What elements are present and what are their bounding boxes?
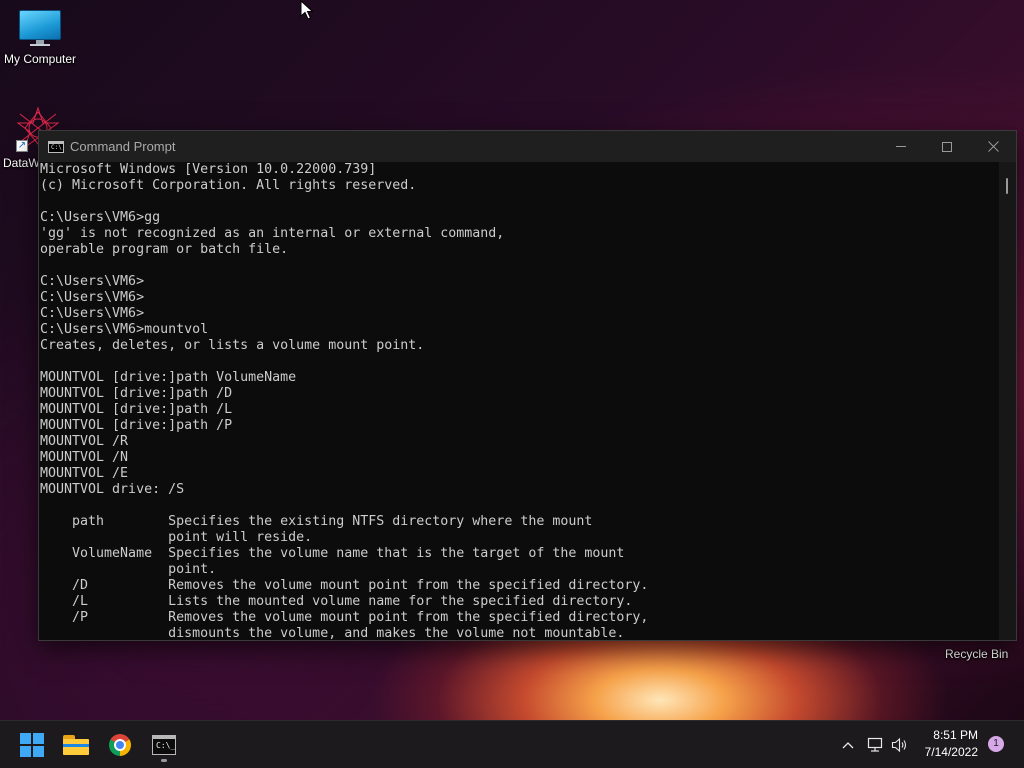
console-line: MOUNTVOL /N bbox=[40, 450, 129, 465]
console-line: C:\Users\VM6> bbox=[40, 274, 145, 289]
console-line: MOUNTVOL [drive:]path /P bbox=[40, 418, 233, 433]
maximize-icon bbox=[942, 141, 952, 152]
vertical-scrollbar[interactable] bbox=[999, 162, 1016, 640]
console-line: /L Lists the mounted volume name for the… bbox=[40, 594, 633, 609]
volume-icon bbox=[891, 737, 907, 753]
clock-time: 8:51 PM bbox=[933, 728, 978, 742]
console-line: point will reside. bbox=[40, 530, 313, 545]
close-icon bbox=[987, 141, 999, 152]
taskbar-clock[interactable]: 8:51 PM 7/14/2022 bbox=[912, 727, 978, 761]
console-line: operable program or batch file. bbox=[40, 242, 289, 257]
console-line: VolumeName Specifies the volume name tha… bbox=[40, 546, 625, 561]
taskbar-file-explorer[interactable] bbox=[56, 721, 96, 768]
console-line: dismounts the volume, and makes the volu… bbox=[40, 626, 625, 640]
scrollbar-thumb[interactable] bbox=[1006, 178, 1008, 194]
windows-start-icon bbox=[20, 733, 44, 757]
console-line: path Specifies the existing NTFS directo… bbox=[40, 514, 593, 529]
maximize-button[interactable] bbox=[924, 131, 970, 162]
cmd-icon: C:\_ bbox=[152, 735, 176, 755]
close-button[interactable] bbox=[970, 131, 1016, 162]
desktop-icon-label: My Computer bbox=[3, 52, 77, 66]
console-line: point. bbox=[40, 562, 217, 577]
console-line: 'gg' is not recognized as an internal or… bbox=[40, 226, 505, 241]
network-button[interactable] bbox=[864, 721, 886, 768]
console-line: (c) Microsoft Corporation. All rights re… bbox=[40, 178, 417, 193]
console-line: MOUNTVOL /E bbox=[40, 466, 129, 481]
shortcut-arrow-icon: ↗ bbox=[16, 140, 28, 152]
console-line: Microsoft Windows [Version 10.0.22000.73… bbox=[40, 162, 377, 177]
start-button[interactable] bbox=[12, 721, 52, 768]
cmd-icon: C:\ bbox=[48, 140, 64, 153]
console-line: MOUNTVOL [drive:]path /L bbox=[40, 402, 233, 417]
window-titlebar[interactable]: C:\ Command Prompt bbox=[39, 131, 1016, 162]
computer-icon bbox=[19, 10, 61, 46]
minimize-button[interactable] bbox=[878, 131, 924, 162]
console-line: MOUNTVOL [drive:]path /D bbox=[40, 386, 233, 401]
mouse-cursor-icon bbox=[300, 0, 314, 20]
console-line: C:\Users\VM6>gg bbox=[40, 210, 161, 225]
console-line: MOUNTVOL drive: /S bbox=[40, 482, 185, 497]
console-line: C:\Users\VM6> bbox=[40, 290, 145, 305]
active-app-indicator bbox=[161, 759, 167, 762]
console-line: MOUNTVOL /R bbox=[40, 434, 129, 449]
taskbar: C:\_ 8:51 PM 7/14/2022 bbox=[0, 720, 1024, 768]
network-icon bbox=[867, 737, 883, 752]
console-line: C:\Users\VM6>mountvol bbox=[40, 322, 209, 337]
taskbar-chrome[interactable] bbox=[100, 721, 140, 768]
notification-badge[interactable]: 1 bbox=[988, 736, 1004, 752]
console-line: Creates, deletes, or lists a volume moun… bbox=[40, 338, 425, 353]
folder-icon bbox=[63, 735, 89, 755]
console-line: MOUNTVOL [drive:]path VolumeName bbox=[40, 370, 297, 385]
recycle-bin-label[interactable]: Recycle Bin bbox=[945, 647, 1008, 661]
command-prompt-window[interactable]: C:\ Command Prompt Microsoft Windows [Ve… bbox=[38, 130, 1017, 641]
volume-button[interactable] bbox=[889, 721, 911, 768]
console-line: /D Removes the volume mount point from t… bbox=[40, 578, 649, 593]
chevron-up-icon bbox=[842, 742, 854, 749]
window-title: Command Prompt bbox=[70, 139, 176, 154]
console-line: C:\Users\VM6> bbox=[40, 306, 145, 321]
clock-date: 7/14/2022 bbox=[924, 745, 978, 759]
desktop-icon-label: DataW bbox=[3, 156, 40, 170]
console-output[interactable]: Microsoft Windows [Version 10.0.22000.73… bbox=[39, 162, 999, 640]
console-line: /P Removes the volume mount point from t… bbox=[40, 610, 649, 625]
show-hidden-icons-button[interactable] bbox=[838, 721, 858, 768]
desktop-icon-my-computer[interactable]: My Computer bbox=[2, 10, 78, 66]
chrome-icon bbox=[109, 734, 131, 756]
minimize-icon bbox=[896, 146, 906, 147]
